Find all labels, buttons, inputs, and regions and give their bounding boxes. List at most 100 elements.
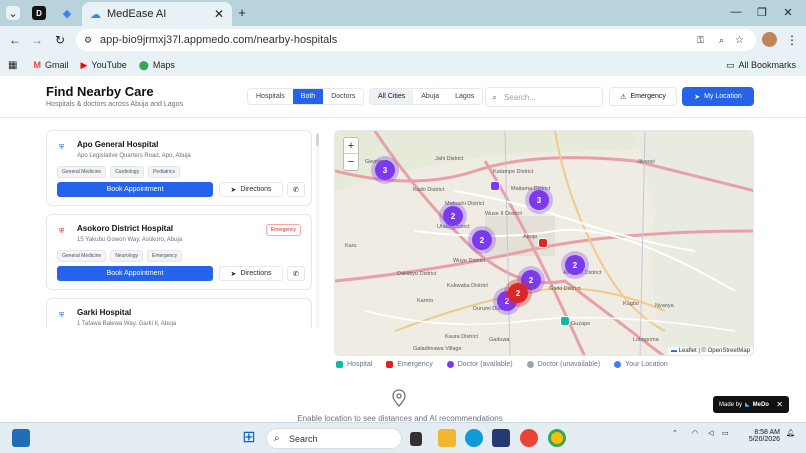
wifi-icon[interactable]: ◠ [692, 429, 698, 437]
map-cluster-marker[interactable]: 2 [443, 206, 463, 226]
site-info-icon[interactable]: ⚙ [84, 35, 92, 46]
hospital-marker-icon[interactable] [560, 316, 570, 326]
bookmark-gmail[interactable]: M Gmail [33, 60, 68, 70]
search-input[interactable]: ⌕ Search... [485, 87, 603, 107]
directions-button[interactable]: ➤ Directions [219, 182, 283, 197]
close-window-icon[interactable]: ✕ [782, 6, 794, 19]
map-cluster-marker[interactable]: 2 [565, 255, 585, 275]
more-menu-icon[interactable]: ⋮ [786, 33, 798, 47]
file-explorer-icon[interactable] [438, 429, 456, 447]
directions-button[interactable]: ➤ Directions [219, 266, 283, 281]
youtube-icon: ▶ [80, 59, 88, 70]
all-bookmarks[interactable]: ▭ All Bookmarks [726, 60, 796, 71]
forward-icon[interactable]: → [30, 33, 44, 47]
filter-hospitals[interactable]: Hospitals [248, 89, 293, 104]
map-cluster-marker[interactable]: 2 [508, 283, 528, 303]
bookmark-youtube[interactable]: ▶ YouTube [80, 60, 126, 71]
legend-item: Doctor (unavailable) [526, 361, 600, 368]
book-appointment-button[interactable]: Book Appointment [57, 182, 213, 197]
maps-pin-icon: ⬤ [138, 59, 149, 70]
reload-icon[interactable]: ↻ [53, 33, 67, 47]
clock[interactable]: 8:58 AM 5/20/2026 [740, 429, 780, 443]
widgets-icon[interactable] [12, 429, 30, 447]
new-tab-icon[interactable]: + [236, 5, 248, 20]
medo-logo-icon: ◣ [745, 402, 750, 408]
search-icon: ⌕ [274, 433, 280, 444]
book-appointment-button[interactable]: Book Appointment [57, 266, 213, 281]
city-filter: All Cities Abuja Lagos [369, 88, 484, 105]
map-place-label: Katampe District [493, 169, 534, 175]
map-place-label: Jikwoyi [637, 159, 655, 165]
bookmarks-bar: ▦ M Gmail ▶ YouTube ⬤ Maps ▭ All Bookmarks [0, 54, 806, 76]
legend-swatch [386, 361, 394, 368]
map-place-label: Nyanya [655, 303, 674, 309]
tab-search-icon[interactable]: ⌄ [6, 6, 20, 20]
bookmark-maps[interactable]: ⬤ Maps [139, 60, 175, 71]
volume-icon[interactable]: ◁ [708, 429, 713, 437]
search-placeholder: Search... [504, 92, 537, 102]
call-button[interactable]: ✆ [287, 182, 305, 197]
tray-chevron-icon[interactable]: ⌃ [672, 429, 678, 437]
filter-lagos[interactable]: Lagos [447, 89, 483, 104]
filter-both[interactable]: Both [292, 89, 324, 104]
pinned-tab-icon[interactable]: ◆ [60, 6, 74, 20]
folder-icon: ▭ [725, 59, 735, 70]
bookmark-star-icon[interactable]: ☆ [735, 35, 744, 46]
list-item[interactable]: ⛨ Garki Hospital 1 Tafawa Balewa Way, Ga… [46, 298, 312, 328]
chrome-icon[interactable] [520, 429, 538, 447]
specialty-tag: General Medicine [57, 166, 107, 178]
warning-icon: ⚠ [620, 93, 627, 101]
address-bar[interactable]: ⚙ app-bio9jrmxj37l.appmedo.com/nearby-ho… [76, 29, 756, 51]
map-place-label: Kaura District [445, 334, 479, 340]
map-place-label: Kukwaba District [447, 283, 488, 289]
facility-name: Garki Hospital [77, 308, 132, 317]
made-by-badge[interactable]: Made by ◣ MeDo ✕ [713, 396, 789, 413]
specialty-tag: Emergency [146, 250, 183, 262]
zoom-icon[interactable]: ⌕ [719, 35, 724, 46]
close-badge-icon[interactable]: ✕ [776, 400, 783, 409]
chrome-active-icon[interactable] [548, 429, 566, 447]
emergency-badge: Emergency [265, 224, 301, 236]
emergency-marker-icon[interactable] [538, 238, 548, 248]
list-item[interactable]: ⛨ Apo General Hospital Apo Legislative Q… [46, 130, 312, 206]
start-windows-icon[interactable]: ⊞ [240, 429, 258, 447]
filter-abuja[interactable]: Abuja [413, 89, 448, 104]
zoom-in-button[interactable]: + [344, 138, 358, 154]
tab-strip: ⌄ D ◆ ☁ MedEase AI ✕ + — ❐ ✕ [0, 0, 806, 26]
filter-doctors[interactable]: Doctors [323, 89, 364, 104]
map-cluster-marker[interactable]: 2 [472, 230, 492, 250]
zoom-out-button[interactable]: − [344, 154, 358, 170]
close-tab-icon[interactable]: ✕ [214, 7, 224, 21]
password-key-icon[interactable]: ⚿ [697, 35, 704, 46]
legend-item: Doctor (available) [446, 361, 513, 368]
taskbar-search[interactable]: ⌕ Search [266, 428, 402, 449]
map-attribution[interactable]: ▬ Leaflet | © OpenStreetMap [667, 347, 753, 355]
tab-title: MedEase AI [107, 8, 167, 20]
facility-name: Asokoro District Hospital [77, 224, 174, 233]
pinned-tab-d-icon[interactable]: D [32, 6, 46, 20]
task-view-icon[interactable] [410, 432, 422, 446]
minimize-icon[interactable]: — [730, 6, 742, 18]
list-scrollbar[interactable] [316, 132, 319, 328]
apps-grid-icon[interactable]: ▦ [8, 60, 17, 71]
battery-icon[interactable]: ▭ [722, 429, 729, 437]
list-scroll-thumb[interactable] [316, 134, 319, 146]
filter-all-cities[interactable]: All Cities [370, 89, 414, 104]
edge-icon[interactable] [465, 429, 483, 447]
map-cluster-marker[interactable]: 3 [529, 190, 549, 210]
map-view[interactable]: Gwarinpa Jahi District Katampe District Jik… [334, 130, 754, 356]
my-location-button[interactable]: ➤ My Location [682, 87, 754, 106]
facility-address: Apo Legislative Quarters Road, Apo, Abuj… [77, 153, 191, 159]
notification-bell-icon[interactable]: 🔔︎ [786, 429, 795, 437]
restore-icon[interactable]: ❐ [756, 6, 768, 19]
call-button[interactable]: ✆ [287, 266, 305, 281]
map-cluster-marker[interactable]: 3 [375, 160, 395, 180]
list-item[interactable]: ⛨ Asokoro District Hospital 15 Yakubu Go… [46, 214, 312, 290]
zoom-control: + − [343, 137, 359, 171]
back-icon[interactable]: ← [8, 33, 22, 47]
store-icon[interactable] [492, 429, 510, 447]
doctor-marker-icon[interactable] [490, 181, 500, 191]
profile-avatar[interactable] [762, 32, 777, 47]
emergency-button[interactable]: ⚠ Emergency [609, 87, 677, 106]
tab-medease[interactable]: ☁ MedEase AI ✕ [82, 2, 232, 26]
